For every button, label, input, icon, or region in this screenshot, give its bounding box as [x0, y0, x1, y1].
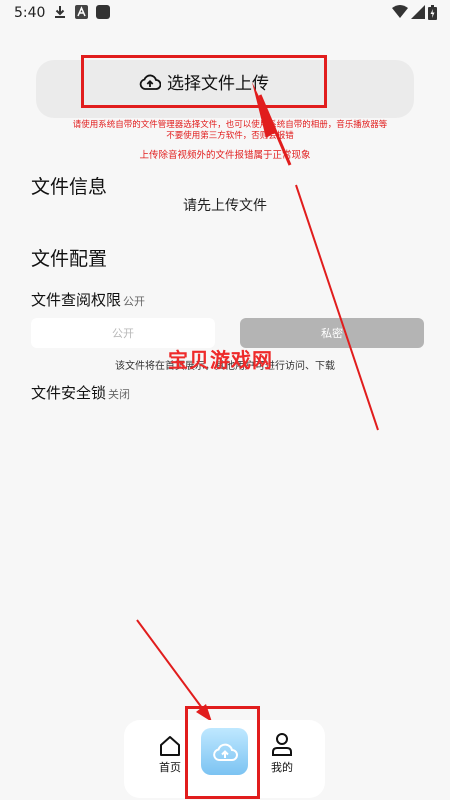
- upload-video-note: 上传除音视频外的文件报错属于正常现象: [139, 150, 311, 161]
- permission-label-text: 文件查阅权限: [31, 291, 122, 309]
- permission-value: 公开: [123, 295, 146, 308]
- nav-mine-label: 我的: [271, 761, 293, 774]
- arrow-line-lower: [136, 619, 206, 713]
- status-time: 5:40: [14, 5, 46, 21]
- signal-icon: [411, 5, 425, 19]
- user-icon: [272, 733, 292, 756]
- file-config-title: 文件配置: [31, 248, 108, 270]
- security-lock-label-text: 文件安全锁: [31, 384, 107, 402]
- battery-icon: [428, 5, 437, 20]
- wifi-icon: [392, 5, 408, 18]
- upload-button-label: 选择文件上传: [167, 74, 269, 94]
- arrow-line-upper: [295, 184, 379, 431]
- nav-mine[interactable]: 我的: [262, 733, 302, 775]
- download-icon: [55, 6, 65, 18]
- app-a-icon: [75, 5, 88, 19]
- nav-home-label: 首页: [159, 761, 181, 774]
- file-info-placeholder: 请先上传文件: [183, 198, 267, 214]
- select-file-upload-button[interactable]: 选择文件上传: [81, 55, 327, 108]
- security-lock-value: 关闭: [108, 388, 131, 401]
- watermark: 宝贝游戏网: [168, 348, 273, 372]
- permission-label: 文件查阅权限 公开: [31, 289, 145, 310]
- upload-warning-text: 请使用系统自带的文件管理器选择文件，也可以使用系统自带的相册，音乐播放器等不要使…: [72, 120, 388, 141]
- status-bar: 5:40: [0, 0, 450, 26]
- cloud-upload-icon: [212, 743, 238, 761]
- square-app-icon: [96, 5, 110, 19]
- home-icon: [160, 736, 180, 756]
- nav-upload-button[interactable]: [201, 728, 248, 775]
- security-lock-label[interactable]: 文件安全锁 关闭: [31, 382, 130, 403]
- nav-home[interactable]: 首页: [150, 735, 190, 775]
- file-info-title: 文件信息: [31, 176, 108, 198]
- cloud-upload-icon: [139, 74, 161, 90]
